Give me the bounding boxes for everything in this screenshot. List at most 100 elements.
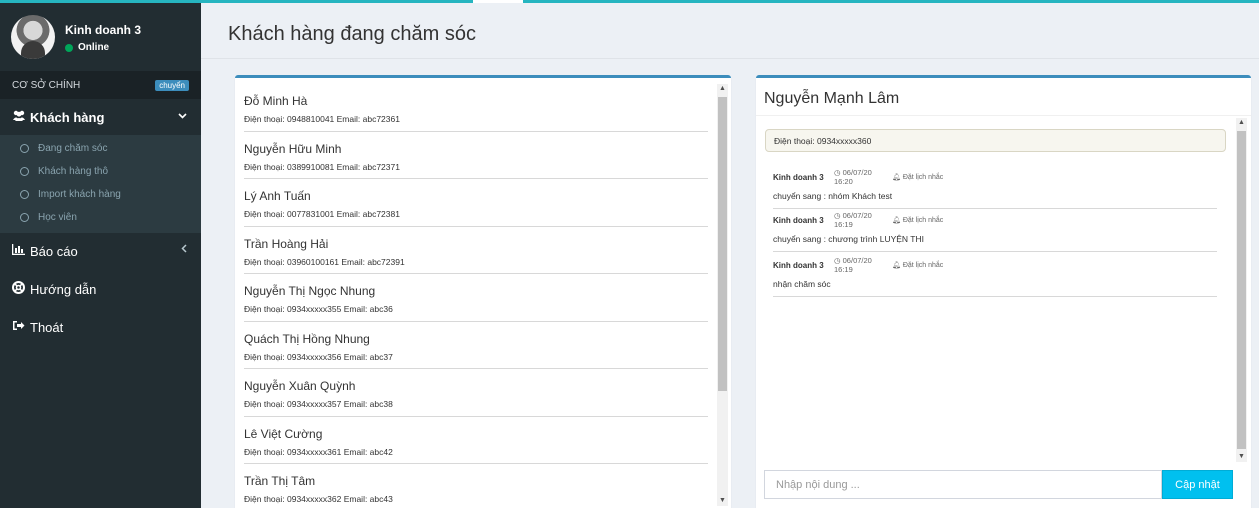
scrollbar-thumb[interactable]: [1237, 131, 1246, 449]
customer-list: Đỗ Minh Hà Điện thoại: 0948810041 Email: …: [244, 84, 708, 508]
bar-chart-icon: [12, 244, 30, 258]
sidebar-subitem-label: Import khách hàng: [38, 189, 121, 200]
sidebar-subitem-label: Học viên: [38, 212, 77, 223]
customer-detail-panel: Nguyễn Mạnh Lâm Điện thoại: 0934xxxxx360…: [756, 75, 1251, 508]
history-text: nhận chăm sóc: [773, 279, 831, 289]
set-reminder-link[interactable]: 🔔︎ Đặt lịch nhắc: [892, 216, 943, 224]
sidebar-item-customers[interactable]: Khách hàng: [0, 99, 201, 135]
history-header: Kinh doanh 3 ◷ 06/07/20 16:19 🔔︎ Đặt lịc…: [773, 210, 1217, 229]
customer-list-scrollbar[interactable]: ▲ ▼: [717, 84, 728, 506]
customer-name: Trần Hoàng Hải: [244, 236, 329, 251]
customer-contact: Điện thoại: 0934xxxxx361 Email: abc42: [244, 446, 393, 457]
customer-name: Quách Thị Hồng Nhung: [244, 331, 370, 346]
clock-icon: ◷: [834, 168, 843, 177]
list-item[interactable]: Đỗ Minh Hà Điện thoại: 0948810041 Email: …: [244, 84, 708, 132]
bell-icon: 🔔︎: [892, 174, 903, 181]
circle-icon: [20, 144, 29, 153]
chevron-down-icon: [178, 110, 187, 122]
scroll-down-arrow-icon[interactable]: ▼: [717, 496, 728, 506]
content-header: Khách hàng đang chăm sóc: [201, 3, 1259, 59]
set-reminder-label: Đặt lịch nhắc: [902, 262, 944, 269]
customer-name: Nguyễn Xuân Quỳnh: [244, 379, 356, 393]
customer-contact: Điện thoại: 0934xxxxx357 Email: abc38: [244, 399, 393, 409]
user-avatar: [11, 15, 55, 59]
customer-contact: Điện thoại: 0934xxxxx355 Email: abc36: [244, 304, 393, 314]
customer-list-panel: Đỗ Minh Hà Điện thoại: 0948810041 Email: …: [235, 75, 731, 508]
sidebar-subitem-raw-customers[interactable]: Khách hàng thô: [0, 160, 201, 183]
sidebar-item-label: Báo cáo: [30, 243, 78, 259]
list-item[interactable]: Nguyễn Hữu Minh Điện thoại: 0389910081 Em…: [244, 132, 708, 179]
history-text: chuyển sang : chương trình LUYỆN THI: [773, 234, 924, 244]
history-item: Kinh doanh 3 ◷ 06/07/20 16:19 🔔︎ Đặt lịc…: [773, 255, 1217, 297]
user-status-label: Online: [78, 42, 110, 53]
history-scrollbar[interactable]: ▲ ▼: [1236, 118, 1247, 462]
branch-label: CƠ SỞ CHÍNH: [12, 79, 81, 91]
list-item[interactable]: Lý Anh Tuấn Điện thoại: 0077831001 Email:…: [244, 179, 708, 227]
scroll-down-arrow-icon[interactable]: ▼: [1236, 452, 1247, 462]
sidebar-subitem-caring[interactable]: Đang chăm sóc: [0, 137, 201, 160]
history-time: ◷ 06/07/20 16:20: [834, 168, 892, 186]
history-item: Kinh doanh 3 ◷ 06/07/20 16:19 🔔︎ Đặt lịc…: [773, 210, 1217, 252]
user-panel: Kinh doanh 3 Online: [0, 3, 201, 69]
clock-icon: ◷: [834, 256, 843, 265]
circle-icon: [20, 167, 29, 176]
customer-name: Đỗ Minh Hà: [244, 94, 308, 108]
customer-contact: Điện thoại: 0948810041 Email: abc72361: [244, 114, 400, 124]
life-ring-icon: [12, 281, 30, 297]
users-icon: [12, 110, 30, 124]
customer-name: Lý Anh Tuấn: [244, 189, 311, 203]
customer-contact: Điện thoại: 0934xxxxx362 Email: abc43: [244, 494, 393, 504]
user-name: Kinh doanh 3: [65, 23, 141, 37]
customer-contact: Điện thoại: 0077831001 Email: abc72381: [244, 209, 400, 219]
note-input[interactable]: Nhập nội dung ...: [764, 470, 1162, 499]
customer-name: Nguyễn Hữu Minh: [244, 141, 342, 156]
set-reminder-label: Đặt lịch nhắc: [902, 217, 944, 224]
sidebar-item-reports[interactable]: Báo cáo: [0, 233, 201, 269]
customer-detail-name: Nguyễn Mạnh Lâm: [764, 90, 900, 107]
history-header: Kinh doanh 3 ◷ 06/07/20 16:20 🔔︎ Đặt lịc…: [773, 167, 1217, 186]
chevron-left-icon: [181, 244, 187, 256]
sidebar-item-logout[interactable]: Thoát: [0, 309, 201, 345]
branch-switch-badge[interactable]: chuyển: [155, 79, 189, 91]
history-item: Kinh doanh 3 ◷ 06/07/20 16:20 🔔︎ Đặt lịc…: [773, 167, 1217, 209]
circle-icon: [20, 213, 29, 222]
set-reminder-link[interactable]: 🔔︎ Đặt lịch nhắc: [892, 173, 943, 181]
list-item[interactable]: Trần Hoàng Hải Điện thoại: 03960100161 Em…: [244, 227, 708, 274]
sidebar-item-guide[interactable]: Hướng dẫn: [0, 269, 201, 309]
scroll-up-arrow-icon[interactable]: ▲: [717, 84, 728, 94]
sidebar-item-label: Thoát: [30, 319, 64, 335]
list-item[interactable]: Nguyễn Thị Ngọc Nhung Điện thoại: 0934xxx…: [244, 274, 708, 322]
history-author: Kinh doanh 3: [773, 215, 824, 225]
sidebar-subitem-label: Khách hàng thô: [38, 166, 109, 177]
customer-contact: Điện thoại: 0934xxxxx356 Email: abc37: [244, 351, 393, 362]
update-button[interactable]: Cập nhật: [1162, 470, 1233, 499]
list-item[interactable]: Lê Việt Cường Điện thoại: 0934xxxxx361 Em…: [244, 417, 708, 464]
sidebar-item-label: Hướng dẫn: [30, 281, 97, 297]
customer-phone-box: Điện thoại: 0934xxxxx360: [765, 129, 1226, 152]
list-item[interactable]: Trần Thị Tâm Điện thoại: 0934xxxxx362 Ema…: [244, 464, 708, 508]
sign-out-icon: [12, 320, 30, 334]
history-author: Kinh doanh 3: [773, 260, 824, 270]
customer-name: Nguyễn Thị Ngọc Nhung: [244, 284, 376, 298]
customer-name: Lê Việt Cường: [244, 426, 323, 441]
list-item[interactable]: Quách Thị Hồng Nhung Điện thoại: 0934xxxx…: [244, 322, 708, 369]
bell-icon: 🔔︎: [892, 217, 903, 224]
scrollbar-thumb[interactable]: [718, 97, 727, 391]
set-reminder-link[interactable]: 🔔︎ Đặt lịch nhắc: [892, 261, 943, 269]
customer-contact: Điện thoại: 0389910081 Email: abc72371: [244, 161, 400, 172]
bell-icon: 🔔︎: [892, 262, 903, 269]
set-reminder-label: Đặt lịch nhắc: [902, 174, 944, 181]
history-time: ◷ 06/07/20 16:19: [834, 211, 892, 229]
sidebar: Kinh doanh 3 Online CƠ SỞ CHÍNH chuyển K…: [0, 3, 201, 508]
history-author: Kinh doanh 3: [773, 172, 824, 182]
history-time: ◷ 06/07/20 16:19: [834, 256, 892, 274]
page-title: Khách hàng đang chăm sóc: [228, 23, 476, 45]
sidebar-subitem-import[interactable]: Import khách hàng: [0, 183, 201, 206]
scroll-up-arrow-icon[interactable]: ▲: [1236, 118, 1247, 128]
sidebar-subitem-students[interactable]: Học viên: [0, 206, 201, 229]
customer-contact: Điện thoại: 03960100161 Email: abc72391: [244, 256, 405, 267]
history-header: Kinh doanh 3 ◷ 06/07/20 16:19 🔔︎ Đặt lịc…: [773, 255, 1217, 274]
list-item[interactable]: Nguyễn Xuân Quỳnh Điện thoại: 0934xxxxx35…: [244, 369, 708, 417]
circle-icon: [20, 190, 29, 199]
branch-row: CƠ SỞ CHÍNH chuyển: [0, 71, 201, 99]
